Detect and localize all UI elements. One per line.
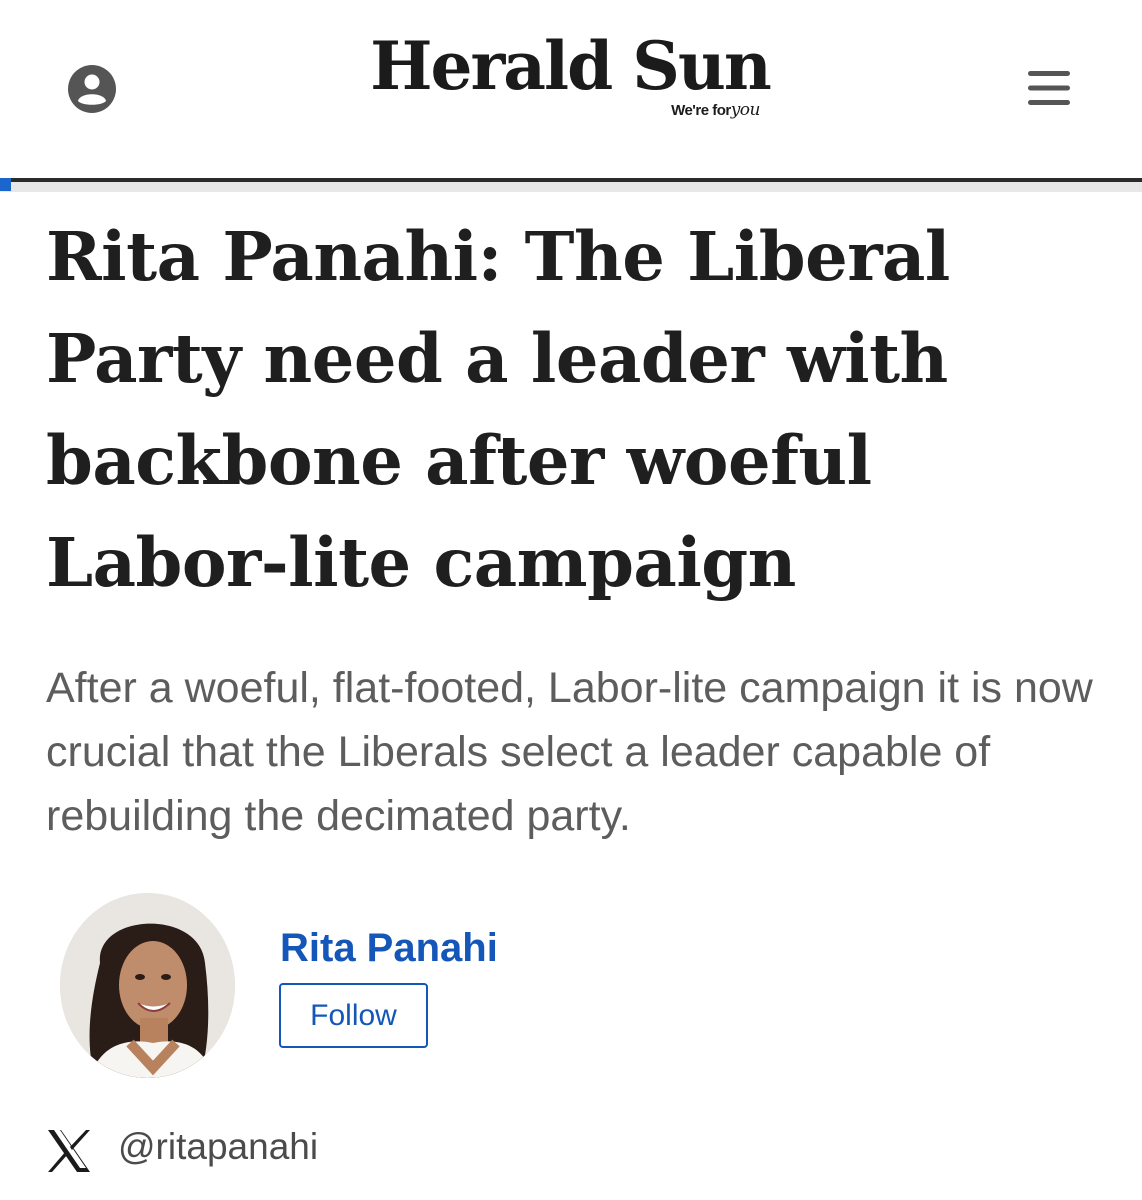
masthead-title: Herald Sun [370,27,772,105]
follow-button[interactable]: Follow [279,983,428,1048]
hamburger-menu-icon [1028,71,1070,105]
x-logo-icon[interactable] [46,1128,92,1174]
author-name-link[interactable]: Rita Panahi [280,926,498,971]
x-handle-link[interactable]: @ritapanahi [118,1126,318,1168]
article-headline: Rita Panahi: The Liberal Party need a le… [46,217,950,602]
menu-button[interactable] [1026,68,1072,108]
account-button[interactable] [67,64,117,114]
masthead-tagline-prefix: We're for [671,102,731,119]
author-portrait [60,893,235,1078]
article-standfirst: After a woeful, flat-footed, Labor-lite … [46,664,1093,840]
reading-progress-track [0,182,1142,192]
masthead-logo[interactable]: Herald Sun We're foryou [370,26,772,136]
masthead-tagline: We're foryou [671,100,760,120]
masthead-tagline-emphasis: you [730,100,761,120]
author-avatar[interactable] [60,893,235,1078]
reading-progress-bar [0,178,1142,191]
reading-progress-fill [0,178,12,191]
user-account-icon [68,65,116,113]
site-header: Herald Sun We're foryou [0,0,1142,180]
